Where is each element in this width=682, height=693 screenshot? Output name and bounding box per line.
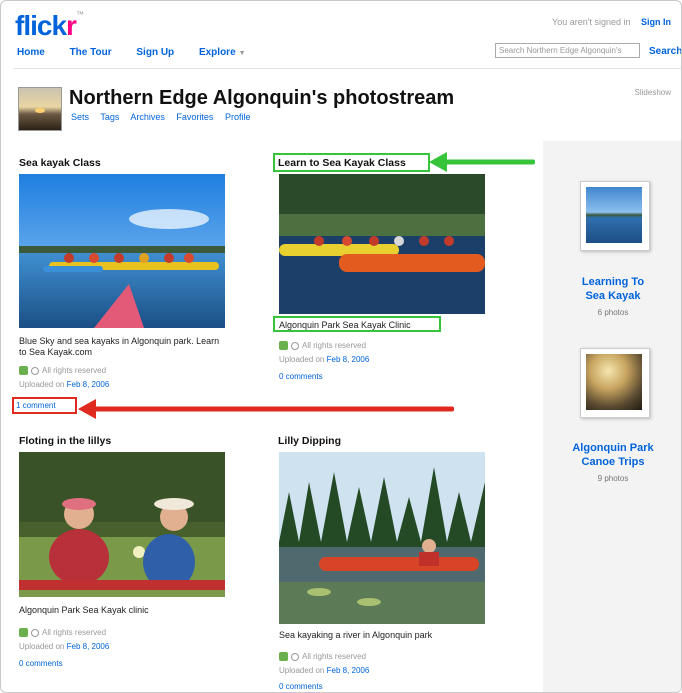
set-2-title-line1: Algonquin Park xyxy=(572,442,654,454)
subnav-sets[interactable]: Sets xyxy=(71,112,89,122)
logo-trademark: ™ xyxy=(75,10,84,19)
nav-the-tour[interactable]: The Tour xyxy=(70,47,112,58)
copyright-icon xyxy=(291,341,299,350)
nav-home[interactable]: Home xyxy=(17,47,45,58)
photo-4-image[interactable] xyxy=(279,452,485,624)
signed-out-text: You aren't signed in xyxy=(552,17,631,27)
logo-accent: r xyxy=(66,10,77,41)
uploaded-label: Uploaded on xyxy=(19,642,65,651)
photo-2-meta: All rights reserved Uploaded on Feb 8, 2… xyxy=(279,339,369,367)
set-2-count: 9 photos xyxy=(597,474,629,483)
subnav-favorites[interactable]: Favorites xyxy=(176,112,213,122)
photo-3-description: Algonquin Park Sea Kayak clinic xyxy=(19,605,149,615)
search-input[interactable]: Search Northern Edge Algonquin's xyxy=(495,43,640,58)
set-1-title-line2: Sea Kayak xyxy=(585,290,641,302)
rights-text: All rights reserved xyxy=(302,652,367,661)
photo-2-comments-link[interactable]: 0 comments xyxy=(279,372,323,381)
green-highlight-description-box xyxy=(273,316,441,332)
uploaded-date-link[interactable]: Feb 8, 2006 xyxy=(67,380,110,389)
flickr-logo[interactable]: flickr™ xyxy=(15,10,84,42)
rights-text: All rights reserved xyxy=(42,366,107,375)
sign-in-link[interactable]: Sign In xyxy=(641,17,671,27)
green-arrow-icon xyxy=(429,152,535,172)
set-1-count: 6 photos xyxy=(597,308,629,317)
main-nav: Home The Tour Sign Up Explore ▼ xyxy=(17,47,290,58)
sets-sidebar: Learning To Sea Kayak 6 photos Algonquin… xyxy=(543,141,681,692)
header-divider xyxy=(13,68,681,69)
subnav-profile[interactable]: Profile xyxy=(225,112,251,122)
photo-3-meta: All rights reserved Uploaded on Feb 8, 2… xyxy=(19,626,109,654)
set-2-title-line2: Canoe Trips xyxy=(581,456,645,468)
rights-text: All rights reserved xyxy=(42,628,107,637)
uploaded-date-link[interactable]: Feb 8, 2006 xyxy=(67,642,110,651)
photo-4-meta: All rights reserved Uploaded on Feb 8, 2… xyxy=(279,650,369,678)
search-button[interactable]: Search xyxy=(649,46,681,57)
photo-4-title[interactable]: Lilly Dipping xyxy=(278,435,341,447)
red-arrow-icon xyxy=(78,399,454,419)
uploaded-label: Uploaded on xyxy=(279,355,325,364)
photo-4-comments-link[interactable]: 0 comments xyxy=(279,682,323,691)
green-highlight-title-box xyxy=(273,153,430,172)
photo-1-meta: All rights reserved Uploaded on Feb 8, 2… xyxy=(19,364,109,392)
creative-commons-icon xyxy=(19,628,28,638)
buddy-icon[interactable] xyxy=(18,87,62,131)
sign-in-area: You aren't signed in Sign In xyxy=(552,17,671,27)
set-1-title-line1: Learning To xyxy=(581,276,645,288)
rights-text: All rights reserved xyxy=(302,341,367,350)
set-1-thumbnail[interactable] xyxy=(580,181,650,251)
photo-4-description: Sea kayaking a river in Algonquin park xyxy=(279,630,433,640)
chevron-down-icon: ▼ xyxy=(238,50,246,57)
set-1-title[interactable]: Learning To Sea Kayak xyxy=(543,275,681,303)
photo-1-image[interactable] xyxy=(19,174,225,328)
red-highlight-comment-box xyxy=(12,397,77,414)
photo-2-image[interactable] xyxy=(279,174,485,314)
uploaded-date-link[interactable]: Feb 8, 2006 xyxy=(327,355,370,364)
subnav-archives[interactable]: Archives xyxy=(130,112,165,122)
photo-3-title[interactable]: Floting in the lillys xyxy=(19,435,111,447)
set-2-title[interactable]: Algonquin Park Canoe Trips xyxy=(543,441,681,469)
photo-1-description: Blue Sky and sea kayaks in Algonquin par… xyxy=(19,336,220,357)
copyright-icon xyxy=(31,366,39,375)
flickr-page: flickr™ You aren't signed in Sign In Hom… xyxy=(0,0,682,693)
uploaded-label: Uploaded on xyxy=(19,380,65,389)
photo-3-comments-link[interactable]: 0 comments xyxy=(19,659,63,668)
uploaded-label: Uploaded on xyxy=(279,666,325,675)
creative-commons-icon xyxy=(279,652,288,662)
copyright-icon xyxy=(291,652,299,661)
nav-explore-label: Explore xyxy=(198,47,236,58)
logo-text: flick xyxy=(15,10,67,41)
page-title: Northern Edge Algonquin's photostream xyxy=(69,87,455,109)
copyright-icon xyxy=(31,628,39,637)
photo-3-image[interactable] xyxy=(19,452,225,597)
creative-commons-icon xyxy=(279,341,288,351)
set-2-thumbnail[interactable] xyxy=(580,348,650,418)
nav-sign-up[interactable]: Sign Up xyxy=(136,47,174,58)
photostream-subnav: Sets Tags Archives Favorites Profile xyxy=(71,112,259,122)
photo-1-title[interactable]: Sea kayak Class xyxy=(19,157,101,169)
subnav-tags[interactable]: Tags xyxy=(100,112,119,122)
uploaded-date-link[interactable]: Feb 8, 2006 xyxy=(327,666,370,675)
creative-commons-icon xyxy=(19,366,28,376)
slideshow-link[interactable]: Slideshow xyxy=(635,88,671,97)
nav-explore[interactable]: Explore ▼ xyxy=(199,47,268,58)
